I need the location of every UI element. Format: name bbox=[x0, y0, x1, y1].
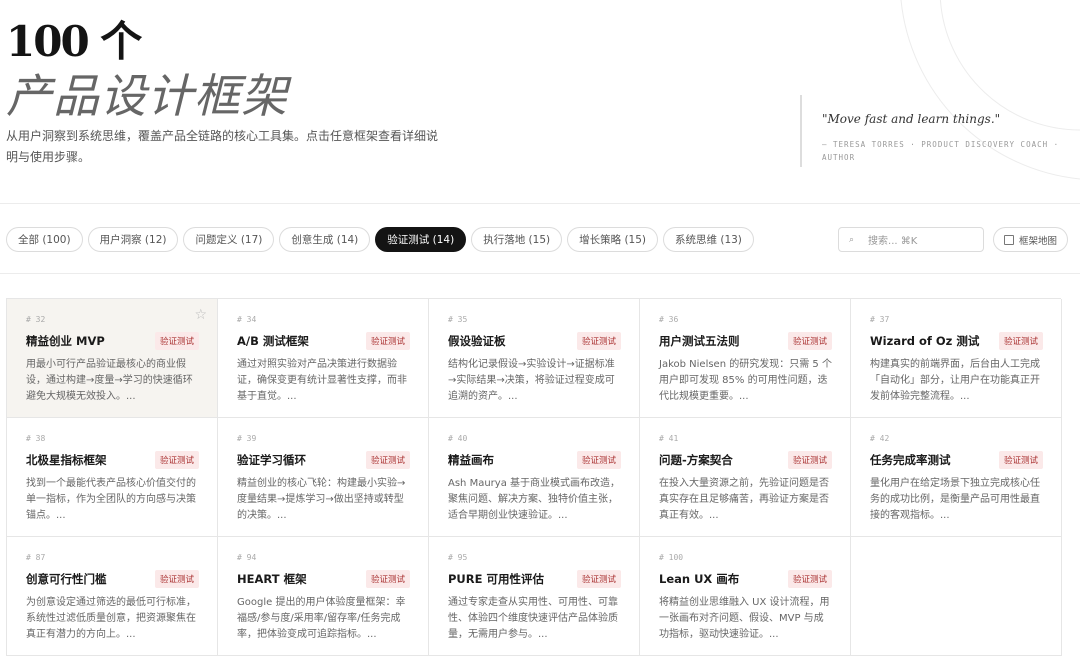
card-title: 北极星指标框架 bbox=[26, 453, 107, 467]
empty-cell bbox=[851, 537, 1062, 656]
category-badge: 验证测试 bbox=[576, 332, 621, 350]
quote-text: "Move fast and learn things." bbox=[822, 112, 1001, 126]
card-description: 精益创业的核心飞轮：构建最小实验→度量结果→提炼学习→做出坚持或转型的决策。..… bbox=[237, 478, 406, 521]
card-title: 用户测试五法则 bbox=[659, 334, 740, 348]
framework-card[interactable]: # 95 PURE 可用性评估 验证测试 通过专家走查从实用性、可用性、可靠性、… bbox=[429, 537, 640, 656]
card-title: 假设验证板 bbox=[448, 334, 506, 348]
framework-card[interactable]: # 87 创意可行性门槛 验证测试 为创意设定通过筛选的最低可行标准，系统性过滤… bbox=[7, 537, 218, 656]
divider bbox=[0, 273, 1080, 274]
filter-ideation[interactable]: 创意生成 (14) bbox=[279, 227, 371, 252]
category-filters: 全部 (100) 用户洞察 (12) 问题定义 (17) 创意生成 (14) 验… bbox=[6, 227, 754, 252]
category-badge: 验证测试 bbox=[576, 451, 621, 469]
card-number: # 37 bbox=[870, 315, 890, 324]
card-number: # 38 bbox=[26, 434, 46, 443]
category-badge: 验证测试 bbox=[154, 570, 199, 588]
filter-problem-definition[interactable]: 问题定义 (17) bbox=[183, 227, 275, 252]
card-number: # 39 bbox=[237, 434, 257, 443]
card-description: Google 提出的用户体验度量框架：幸福感/参与度/采用率/留存率/任务完成率… bbox=[237, 597, 406, 640]
filter-growth[interactable]: 增长策略 (15) bbox=[567, 227, 659, 252]
card-title: 精益创业 MVP bbox=[26, 334, 105, 348]
card-title: Wizard of Oz 测试 bbox=[870, 334, 980, 348]
card-description: Jakob Nielsen 的研究发现：只需 5 个用户即可发现 85% 的可用… bbox=[659, 359, 832, 402]
star-icon[interactable]: ☆ bbox=[194, 307, 207, 323]
category-badge: 验证测试 bbox=[365, 570, 410, 588]
card-description: 在投入大量资源之前，先验证问题是否真实存在且足够痛苦，再验证方案是否真正有效。.… bbox=[659, 478, 829, 521]
card-number: # 100 bbox=[659, 553, 684, 562]
card-title: HEART 框架 bbox=[237, 572, 307, 586]
page-description: 从用户洞察到系统思维，覆盖产品全链路的核心工具集。点击任意框架查看详细说明与使用… bbox=[6, 129, 439, 164]
card-title: 任务完成率测试 bbox=[870, 453, 951, 467]
card-number: # 94 bbox=[237, 553, 257, 562]
framework-card[interactable]: # 37 Wizard of Oz 测试 验证测试 构建真实的前端界面，后台由人… bbox=[851, 299, 1062, 418]
framework-card[interactable]: # 40 精益画布 验证测试 Ash Maurya 基于商业模式画布改造，聚焦问… bbox=[429, 418, 640, 537]
category-badge: 验证测试 bbox=[365, 451, 410, 469]
card-description: 为创意设定通过筛选的最低可行标准，系统性过滤低质量创意，把资源聚焦在真正有潜力的… bbox=[26, 597, 196, 640]
framework-card[interactable]: # 94 HEART 框架 验证测试 Google 提出的用户体验度量框架：幸福… bbox=[218, 537, 429, 656]
framework-card[interactable]: # 36 用户测试五法则 验证测试 Jakob Nielsen 的研究发现：只需… bbox=[640, 299, 851, 418]
card-number: # 87 bbox=[26, 553, 46, 562]
card-number: # 32 bbox=[26, 315, 46, 324]
card-number: # 95 bbox=[448, 553, 468, 562]
page-title-subheading: 产品设计框架 bbox=[6, 69, 288, 123]
card-description: 通过对照实验对产品决策进行数据验证，确保变更有统计显著性支撑，而非基于直觉。..… bbox=[237, 359, 407, 402]
card-description: 构建真实的前端界面，后台由人工完成「自动化」部分，让用户在功能真正开发前体验完整… bbox=[870, 359, 1040, 402]
divider bbox=[0, 203, 1080, 204]
card-number: # 36 bbox=[659, 315, 679, 324]
card-title: 创意可行性门槛 bbox=[26, 572, 107, 586]
framework-map-button[interactable]: 框架地图 bbox=[993, 227, 1069, 252]
card-number: # 42 bbox=[870, 434, 890, 443]
search-placeholder: 搜索... ⌘K bbox=[868, 236, 918, 247]
framework-card[interactable]: ☆ # 32 精益创业 MVP 验证测试 用最小可行产品验证最核心的商业假设，通过… bbox=[7, 299, 218, 418]
category-badge: 验证测试 bbox=[998, 332, 1043, 350]
framework-card[interactable]: # 42 任务完成率测试 验证测试 量化用户在给定场景下独立完成核心任务的成功比… bbox=[851, 418, 1062, 537]
category-badge: 验证测试 bbox=[154, 451, 199, 469]
quote-block: "Move fast and learn things." — TERESA T… bbox=[800, 95, 1060, 167]
card-description: 将精益创业思维融入 UX 设计流程，用一张画布对齐问题、假设、MVP 与成功指标… bbox=[659, 597, 830, 640]
card-description: 通过专家走查从实用性、可用性、可靠性、体验四个维度快速评估产品体验质量，无需用户… bbox=[448, 597, 618, 640]
category-badge: 验证测试 bbox=[365, 332, 410, 350]
card-number: # 41 bbox=[659, 434, 679, 443]
card-title: 精益画布 bbox=[448, 453, 494, 467]
category-badge: 验证测试 bbox=[576, 570, 621, 588]
map-icon bbox=[1004, 234, 1014, 245]
framework-card[interactable]: # 100 Lean UX 画布 验证测试 将精益创业思维融入 UX 设计流程，… bbox=[640, 537, 851, 656]
card-number: # 34 bbox=[237, 315, 257, 324]
framework-card[interactable]: # 39 验证学习循环 验证测试 精益创业的核心飞轮：构建最小实验→度量结果→提… bbox=[218, 418, 429, 537]
search-input[interactable]: ⌕ 搜索... ⌘K bbox=[838, 227, 984, 252]
card-title: Lean UX 画布 bbox=[659, 572, 740, 586]
card-description: 量化用户在给定场景下独立完成核心任务的成功比例，是衡量产品可用性最直接的客观指标… bbox=[870, 478, 1040, 521]
search-icon: ⌕ bbox=[849, 234, 855, 245]
card-description: 用最小可行产品验证最核心的商业假设，通过构建→度量→学习的快速循环避免大规模无效… bbox=[26, 359, 193, 402]
framework-card[interactable]: # 38 北极星指标框架 验证测试 找到一个最能代表产品核心价值交付的单一指标，… bbox=[7, 418, 218, 537]
quote-author: — TERESA TORRES · PRODUCT DISCOVERY COAC… bbox=[822, 140, 1060, 162]
filter-execution[interactable]: 执行落地 (15) bbox=[471, 227, 563, 252]
framework-map-label: 框架地图 bbox=[1019, 235, 1058, 247]
framework-card[interactable]: # 41 问题-方案契合 验证测试 在投入大量资源之前，先验证问题是否真实存在且… bbox=[640, 418, 851, 537]
filter-validation[interactable]: 验证测试 (14) bbox=[375, 227, 467, 252]
card-description: Ash Maurya 基于商业模式画布改造，聚焦问题、解决方案、独特价值主张，适… bbox=[448, 478, 620, 521]
category-badge: 验证测试 bbox=[998, 451, 1043, 469]
framework-card[interactable]: # 35 假设验证板 验证测试 结构化记录假设→实验设计→证据标准→实际结果→决… bbox=[429, 299, 640, 418]
category-badge: 验证测试 bbox=[787, 570, 832, 588]
category-badge: 验证测试 bbox=[787, 451, 832, 469]
framework-card[interactable]: # 34 A/B 测试框架 验证测试 通过对照实验对产品决策进行数据验证，确保变… bbox=[218, 299, 429, 418]
card-title: PURE 可用性评估 bbox=[448, 572, 544, 586]
card-number: # 40 bbox=[448, 434, 468, 443]
filter-user-insight[interactable]: 用户洞察 (12) bbox=[87, 227, 179, 252]
card-description: 结构化记录假设→实验设计→证据标准→实际结果→决策，将验证过程变成可追溯的资产。… bbox=[448, 359, 615, 402]
framework-grid: ☆ # 32 精益创业 MVP 验证测试 用最小可行产品验证最核心的商业假设，通过… bbox=[6, 298, 1062, 656]
card-number: # 35 bbox=[448, 315, 468, 324]
card-title: A/B 测试框架 bbox=[237, 334, 309, 348]
filter-systems-thinking[interactable]: 系统思维 (13) bbox=[663, 227, 754, 252]
category-badge: 验证测试 bbox=[154, 332, 199, 350]
card-title: 问题-方案契合 bbox=[659, 453, 733, 467]
category-badge: 验证测试 bbox=[787, 332, 832, 350]
card-title: 验证学习循环 bbox=[237, 453, 306, 467]
card-description: 找到一个最能代表产品核心价值交付的单一指标，作为全团队的方向感与决策锚点。... bbox=[26, 478, 196, 521]
filter-all[interactable]: 全部 (100) bbox=[6, 227, 83, 252]
